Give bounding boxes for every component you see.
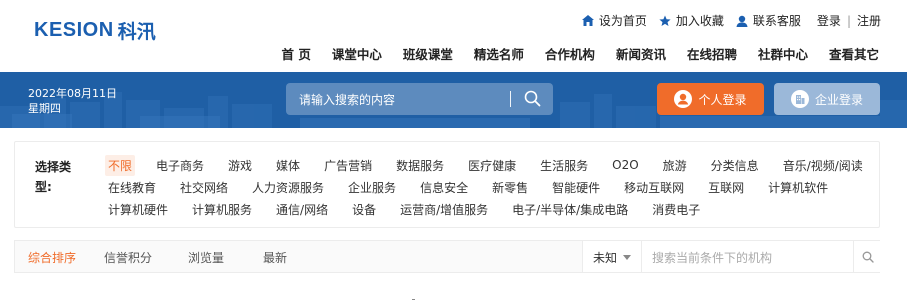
auth-separator: | bbox=[846, 13, 851, 28]
contact-service-link[interactable]: 联系客服 bbox=[736, 12, 801, 29]
category-tag[interactable]: 旅游 bbox=[660, 155, 690, 176]
category-tag[interactable]: 医疗健康 bbox=[465, 155, 519, 176]
search-icon[interactable] bbox=[524, 90, 541, 107]
category-tag[interactable]: 游戏 bbox=[225, 155, 255, 176]
building-icon bbox=[790, 90, 809, 108]
category-tag[interactable]: 分类信息 bbox=[708, 155, 762, 176]
weekday-text: 星期四 bbox=[28, 102, 61, 115]
main-nav: 首 页 课堂中心 班级课堂 精选名师 合作机构 新闻资讯 在线招聘 社群中心 查… bbox=[261, 44, 879, 63]
category-tag[interactable]: 新零售 bbox=[489, 177, 531, 198]
category-tag[interactable]: 广告营销 bbox=[321, 155, 375, 176]
category-filter: 选择类型: 不限 电子商务 游戏 媒体 广告营销 数据服务 医疗健康 生活服务 … bbox=[14, 141, 880, 228]
category-tag[interactable]: 通信/网络 bbox=[273, 199, 331, 220]
category-tag[interactable]: 企业服务 bbox=[345, 177, 399, 198]
nav-item-news[interactable]: 新闻资讯 bbox=[616, 44, 666, 63]
nav-item-jobs[interactable]: 在线招聘 bbox=[687, 44, 737, 63]
logo-en-text: KESION bbox=[34, 18, 114, 41]
site-header: KESION 科汛 设为首页 加入收藏 联系客服 登录 | 注册 首 页 课堂中… bbox=[0, 0, 907, 72]
category-tag[interactable]: 媒体 bbox=[273, 155, 303, 176]
category-tag[interactable]: 数据服务 bbox=[393, 155, 447, 176]
category-tag[interactable]: 电子商务 bbox=[153, 155, 207, 176]
contact-service-label: 联系客服 bbox=[752, 14, 801, 28]
personal-login-label: 个人登录 bbox=[698, 92, 747, 107]
customer-service-icon bbox=[736, 15, 748, 27]
add-favorite-label: 加入收藏 bbox=[675, 14, 724, 28]
category-tag[interactable]: 音乐/视频/阅读 bbox=[780, 155, 866, 176]
date-text: 2022年08月11日 bbox=[28, 87, 117, 100]
site-logo[interactable]: KESION 科汛 bbox=[34, 18, 156, 43]
category-tag[interactable]: 消费电子 bbox=[649, 199, 703, 220]
status-select-value: 未知 bbox=[593, 251, 618, 265]
nav-item-more[interactable]: 查看其它 bbox=[829, 44, 879, 63]
category-tag[interactable]: 计算机硬件 bbox=[105, 199, 171, 220]
category-tag[interactable]: 设备 bbox=[349, 199, 379, 220]
category-tags: 不限 电子商务 游戏 媒体 广告营销 数据服务 医疗健康 生活服务 O2O 旅游… bbox=[105, 154, 875, 220]
search-banner: 2022年08月11日 星期四 请输入搜索的内容 个人登录 企业登录 bbox=[0, 72, 907, 128]
category-tag[interactable]: 生活服务 bbox=[537, 155, 591, 176]
star-icon bbox=[659, 15, 671, 26]
tag-row: 计算机硬件 计算机服务 通信/网络 设备 运营商/增值服务 电子/半导体/集成电… bbox=[105, 198, 875, 220]
tag-row: 在线教育 社交网络 人力资源服务 企业服务 信息安全 新零售 智能硬件 移动互联… bbox=[105, 176, 875, 198]
company-login-button[interactable]: 企业登录 bbox=[774, 83, 880, 115]
category-tag[interactable]: 信息安全 bbox=[417, 177, 471, 198]
status-select[interactable]: 未知 bbox=[593, 249, 632, 266]
sort-comprehensive[interactable]: 综合排序 bbox=[28, 249, 76, 266]
divider-mark bbox=[412, 299, 415, 300]
search-divider bbox=[510, 91, 511, 107]
sort-latest[interactable]: 最新 bbox=[263, 249, 287, 266]
category-tag[interactable]: 运营商/增值服务 bbox=[397, 199, 491, 220]
login-link[interactable]: 登录 bbox=[817, 12, 841, 29]
nav-item-community[interactable]: 社群中心 bbox=[758, 44, 808, 63]
home-icon bbox=[581, 15, 594, 26]
top-links: 设为首页 加入收藏 联系客服 登录 | 注册 bbox=[570, 12, 881, 29]
sort-views[interactable]: 浏览量 bbox=[188, 249, 224, 266]
nav-item-home[interactable]: 首 页 bbox=[282, 44, 311, 63]
category-tag[interactable]: 计算机软件 bbox=[765, 177, 831, 198]
register-link[interactable]: 注册 bbox=[857, 12, 881, 29]
add-favorite-link[interactable]: 加入收藏 bbox=[659, 12, 724, 29]
category-tag-all[interactable]: 不限 bbox=[105, 154, 136, 176]
user-icon bbox=[674, 90, 693, 108]
banner-search-input[interactable]: 请输入搜索的内容 bbox=[299, 91, 395, 108]
category-tag[interactable]: 社交网络 bbox=[177, 177, 231, 198]
search-icon bbox=[862, 251, 874, 263]
logo-cn-text: 科汛 bbox=[117, 20, 156, 43]
category-tag[interactable]: O2O bbox=[609, 156, 642, 174]
company-login-label: 企业登录 bbox=[814, 92, 863, 107]
personal-login-button[interactable]: 个人登录 bbox=[657, 83, 764, 115]
set-homepage-link[interactable]: 设为首页 bbox=[581, 12, 647, 29]
banner-search-box[interactable]: 请输入搜索的内容 bbox=[286, 83, 553, 115]
nav-item-partners[interactable]: 合作机构 bbox=[545, 44, 595, 63]
category-tag[interactable]: 智能硬件 bbox=[549, 177, 603, 198]
institution-search-input[interactable]: 搜索当前条件下的机构 bbox=[641, 241, 851, 272]
sort-filter-area: 未知 搜索当前条件下的机构 bbox=[582, 241, 880, 272]
nav-item-teachers[interactable]: 精选名师 bbox=[474, 44, 524, 63]
sort-bar: 综合排序 信誉积分 浏览量 最新 未知 搜索当前条件下的机构 bbox=[14, 240, 880, 273]
category-tag[interactable]: 移动互联网 bbox=[621, 177, 687, 198]
sort-credit[interactable]: 信誉积分 bbox=[104, 249, 152, 266]
caret-down-icon bbox=[623, 255, 632, 260]
institution-search-button[interactable] bbox=[853, 241, 881, 272]
tag-row: 不限 电子商务 游戏 媒体 广告营销 数据服务 医疗健康 生活服务 O2O 旅游… bbox=[105, 154, 875, 176]
category-tag[interactable]: 计算机服务 bbox=[189, 199, 255, 220]
auth-links: 登录 | 注册 bbox=[817, 12, 881, 29]
date-display: 2022年08月11日 星期四 bbox=[28, 86, 117, 116]
nav-item-classroom-center[interactable]: 课堂中心 bbox=[332, 44, 382, 63]
category-tag[interactable]: 互联网 bbox=[705, 177, 747, 198]
category-tag[interactable]: 在线教育 bbox=[105, 177, 159, 198]
set-homepage-label: 设为首页 bbox=[598, 14, 647, 28]
filter-label: 选择类型: bbox=[35, 160, 72, 194]
nav-item-class-courses[interactable]: 班级课堂 bbox=[403, 44, 453, 63]
category-tag[interactable]: 人力资源服务 bbox=[249, 177, 327, 198]
category-tag[interactable]: 电子/半导体/集成电路 bbox=[509, 199, 631, 220]
